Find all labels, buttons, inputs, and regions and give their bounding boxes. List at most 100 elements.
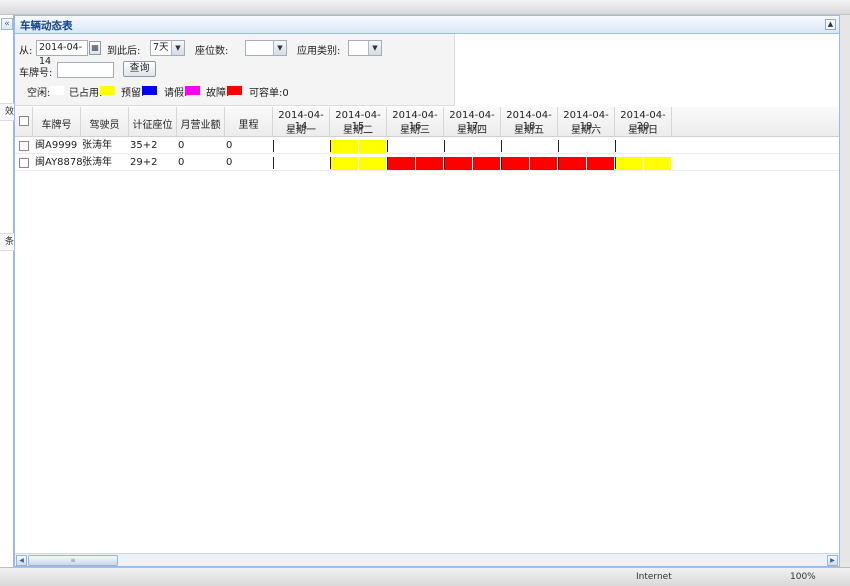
schedule-slot-free[interactable]: [643, 140, 672, 153]
schedule-slot-fault[interactable]: [472, 157, 501, 170]
top-bar: [0, 0, 850, 15]
vehicle-status-panel: 车辆动态表 ▲ 从: 2014-04-14 ▦ 到此后: 7天 ▼ 座位数: ▼…: [14, 15, 840, 567]
left-strip-tab-2[interactable]: 条: [0, 233, 14, 251]
header-day-6: 2014-04-19 星期六: [558, 107, 615, 137]
schedule-slot-occupied[interactable]: [358, 140, 387, 153]
legend-reserved-swatch: [142, 86, 157, 95]
schedule-slot-occupied[interactable]: [643, 157, 672, 170]
header-day-2: 2014-04-15 星期二: [330, 107, 387, 137]
schedule-slot-free[interactable]: [444, 140, 473, 153]
day-divider: [444, 140, 445, 152]
row-checkbox[interactable]: [19, 158, 29, 168]
schedule-slot-free[interactable]: [273, 157, 302, 170]
schedule-slot-free[interactable]: [472, 140, 501, 153]
day-divider: [558, 140, 559, 152]
schedule-timeline: [273, 138, 672, 154]
day-divider: [387, 140, 388, 152]
header-seats[interactable]: 计征座位: [129, 107, 177, 137]
horizontal-scrollbar[interactable]: ◀ ≡ ▶: [15, 553, 839, 566]
from-date-input[interactable]: 2014-04-14: [36, 40, 88, 67]
header-day-3: 2014-04-16 星期三: [387, 107, 444, 137]
mileage-cell: 0: [226, 157, 233, 168]
row-checkbox[interactable]: [19, 141, 29, 151]
header-driver[interactable]: 驾驶员: [81, 107, 129, 137]
schedule-slot-occupied[interactable]: [358, 157, 387, 170]
header-mileage[interactable]: 里程: [225, 107, 273, 137]
legend-fault-swatch: [227, 86, 242, 95]
chevron-down-icon: ▼: [171, 41, 184, 55]
grid-header: 车牌号 驾驶员 计征座位 月营业额 里程 2014-04-14 星期一 2014-…: [15, 107, 839, 137]
days-value: 7天: [153, 42, 169, 53]
scroll-right-icon[interactable]: ▶: [827, 555, 838, 566]
day-divider: [444, 157, 445, 169]
day-divider: [615, 157, 616, 169]
schedule-slot-fault[interactable]: [387, 157, 416, 170]
legend-free-label: 空闲:: [27, 88, 51, 99]
schedule-slot-fault[interactable]: [444, 157, 473, 170]
schedule-slot-free[interactable]: [529, 140, 558, 153]
schedule-slot-fault[interactable]: [415, 157, 444, 170]
collapse-icon[interactable]: «: [1, 18, 13, 30]
table-row[interactable]: 闽AY8878 张涛年 29+2 0 0: [15, 155, 839, 171]
plate-cell: 闽A9999: [35, 140, 78, 151]
schedule-slot-free[interactable]: [615, 140, 644, 153]
schedule-slot-free[interactable]: [301, 157, 330, 170]
day-divider: [330, 157, 331, 169]
schedule-slot-occupied[interactable]: [330, 157, 359, 170]
table-row[interactable]: 闽A9999 张涛年 35+2 0 0: [15, 138, 839, 154]
header-plate[interactable]: 车牌号: [33, 107, 81, 137]
schedule-slot-free[interactable]: [558, 140, 587, 153]
day-divider: [558, 157, 559, 169]
security-zone: Internet: [636, 572, 672, 582]
day-divider: [501, 140, 502, 152]
monthly-cell: 0: [178, 157, 185, 168]
schedule-slot-free[interactable]: [586, 140, 615, 153]
app-type-select[interactable]: ▼: [348, 40, 382, 56]
day-divider: [615, 140, 616, 152]
collapse-panel-icon[interactable]: ▲: [825, 19, 836, 30]
schedule-slot-free[interactable]: [273, 140, 302, 153]
header-day-7: 2014-04-20 星期日: [615, 107, 672, 137]
driver-cell: 张涛年: [82, 157, 112, 168]
schedule-slot-free[interactable]: [301, 140, 330, 153]
query-button[interactable]: 查询: [123, 61, 156, 77]
panel-header: 车辆动态表 ▲: [15, 16, 839, 34]
select-all-checkbox[interactable]: [19, 116, 29, 126]
day-divider: [273, 140, 274, 152]
day-divider: [330, 140, 331, 152]
after-label: 到此后:: [107, 46, 141, 57]
status-bar: Internet 100%: [0, 567, 850, 586]
legend-fault-label: 故障:: [206, 88, 230, 99]
seats-select[interactable]: ▼: [245, 40, 287, 56]
calendar-icon[interactable]: ▦: [89, 41, 101, 55]
day-divider: [273, 157, 274, 169]
mileage-cell: 0: [226, 140, 233, 151]
schedule-slot-occupied[interactable]: [615, 157, 644, 170]
schedule-slot-fault[interactable]: [501, 157, 530, 170]
zoom-level[interactable]: 100%: [790, 572, 816, 582]
header-select-all-cell: [15, 107, 33, 137]
chevron-down-icon: ▼: [273, 41, 286, 55]
schedule-slot-fault[interactable]: [558, 157, 587, 170]
legend-leave-swatch: [185, 86, 200, 95]
legend-occupied-label: 已占用:: [69, 88, 103, 99]
driver-cell: 张涛年: [82, 140, 112, 151]
left-strip-tab-1[interactable]: 效: [0, 103, 14, 121]
days-select[interactable]: 7天 ▼: [150, 40, 185, 56]
schedule-slot-fault[interactable]: [529, 157, 558, 170]
header-day-5: 2014-04-18 星期五: [501, 107, 558, 137]
scroll-left-icon[interactable]: ◀: [16, 555, 27, 566]
legend-occupied-swatch: [100, 86, 115, 95]
chevron-down-icon: ▼: [368, 41, 381, 55]
schedule-slot-free[interactable]: [501, 140, 530, 153]
schedule-slot-occupied[interactable]: [330, 140, 359, 153]
plate-input[interactable]: [57, 62, 114, 78]
schedule-slot-free[interactable]: [387, 140, 416, 153]
schedule-slot-free[interactable]: [415, 140, 444, 153]
schedule-slot-fault[interactable]: [586, 157, 615, 170]
page-title: 车辆动态表: [20, 20, 73, 32]
header-day-4: 2014-04-17 星期四: [444, 107, 501, 137]
legend-reserved-label: 预留:: [121, 88, 145, 99]
header-monthly[interactable]: 月营业额: [177, 107, 225, 137]
scroll-thumb[interactable]: ≡: [28, 555, 118, 566]
